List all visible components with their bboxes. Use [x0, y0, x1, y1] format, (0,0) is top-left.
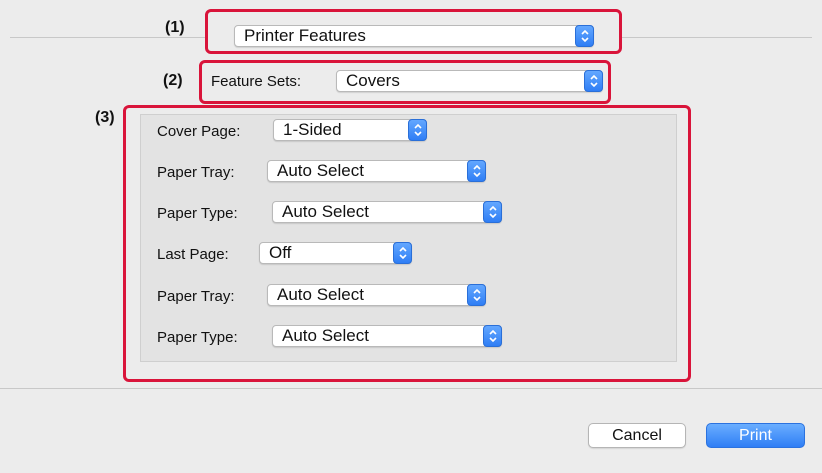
highlight-box-2 [199, 60, 611, 104]
top-separator-right [622, 37, 812, 38]
print-button[interactable]: Print [706, 423, 805, 448]
callout-label-3: (3) [95, 109, 115, 126]
callout-label-2: (2) [163, 72, 183, 89]
highlight-box-1 [205, 9, 622, 54]
cancel-button[interactable]: Cancel [588, 423, 686, 448]
highlight-box-3 [123, 105, 691, 382]
bottom-separator [0, 388, 822, 389]
callout-label-1: (1) [165, 19, 185, 36]
top-separator-left [10, 37, 208, 38]
